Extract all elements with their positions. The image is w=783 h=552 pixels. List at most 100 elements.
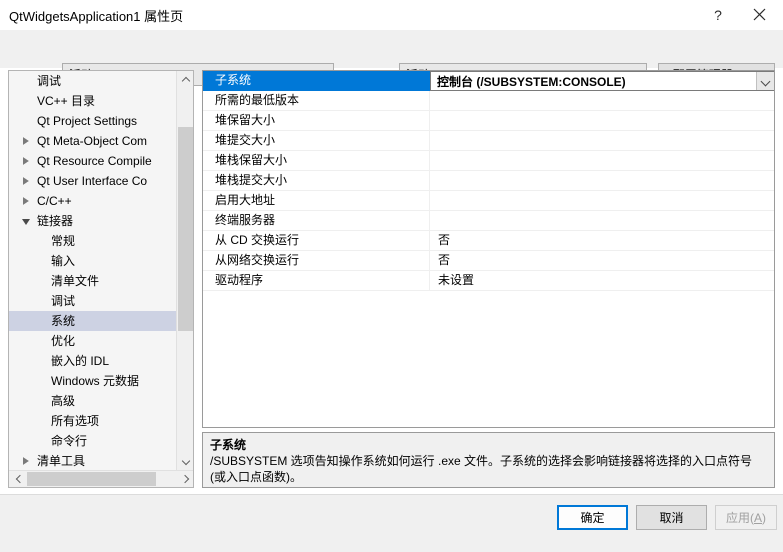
table-row[interactable]: 子系统 控制台 (/SUBSYSTEM:CONSOLE) — [203, 71, 774, 91]
tree-item-label: 调试 — [37, 74, 62, 88]
tree-item-label: 命令行 — [51, 434, 88, 448]
table-row[interactable]: 堆保留大小 — [203, 111, 774, 131]
question-mark-icon: ? — [714, 6, 722, 23]
tree-item[interactable]: 常规 — [9, 231, 177, 251]
tree-item[interactable]: 所有选项 — [9, 411, 177, 431]
property-name: 从网络交换运行 — [203, 251, 430, 270]
tree-item[interactable]: Windows 元数据 — [9, 371, 177, 391]
tree-item-label: Qt User Interface Co — [37, 174, 148, 188]
expander-expanded-icon[interactable] — [22, 219, 30, 225]
property-value: 否 — [438, 253, 451, 267]
property-name: 堆栈保留大小 — [203, 151, 430, 170]
tree-item[interactable]: Qt Meta-Object Com — [9, 131, 177, 151]
property-name: 所需的最低版本 — [203, 91, 430, 110]
tree-item[interactable]: Qt User Interface Co — [9, 171, 177, 191]
tree-item-label: 所有选项 — [51, 414, 100, 428]
property-value-combobox[interactable]: 控制台 (/SUBSYSTEM:CONSOLE) — [430, 71, 774, 91]
property-name: 堆保留大小 — [203, 111, 430, 130]
table-row[interactable]: 堆提交大小 — [203, 131, 774, 151]
tree-item-label: 输入 — [51, 254, 76, 268]
tree-item[interactable]: 清单工具 — [9, 451, 177, 470]
tree-hscroll-thumb[interactable] — [27, 472, 156, 486]
chevron-down-icon — [182, 459, 190, 464]
property-name: 驱动程序 — [203, 271, 430, 290]
settings-tree-panel: 调试 VC++ 目录 Qt Project Settings Qt Meta-Obje… — [8, 70, 194, 488]
expander-collapsed-icon[interactable] — [23, 157, 29, 165]
tree-item-label: VC++ 目录 — [37, 94, 96, 108]
property-name: 启用大地址 — [203, 191, 430, 210]
tree-item[interactable]: C/C++ — [9, 191, 177, 211]
tree-item[interactable]: 命令行 — [9, 431, 177, 451]
scroll-right-button[interactable] — [176, 471, 193, 487]
configuration-bar: 配置(C): 活动(Debug) 平台(P): 活动(x64) 配置管理器(O)… — [0, 30, 783, 86]
chevron-right-icon — [182, 475, 188, 483]
apply-button: 应用(A) — [715, 505, 777, 530]
property-name: 从 CD 交换运行 — [203, 231, 430, 250]
tree-item-label: 高级 — [51, 394, 76, 408]
table-row[interactable]: 所需的最低版本 — [203, 91, 774, 111]
tree-vertical-scrollbar[interactable] — [176, 71, 193, 470]
description-title: 子系统 — [210, 438, 247, 452]
tree-item-label: 系统 — [51, 314, 76, 328]
page-title: QtWidgetsApplication1 属性页 — [9, 9, 184, 24]
tree-item-label: Qt Meta-Object Com — [37, 134, 148, 148]
table-row[interactable]: 驱动程序 未设置 — [203, 271, 774, 291]
tree-horizontal-scrollbar[interactable] — [9, 470, 193, 487]
property-value — [430, 171, 774, 190]
ok-button[interactable]: 确定 — [557, 505, 628, 530]
cancel-button[interactable]: 取消 — [636, 505, 707, 530]
tree-item[interactable]: 清单文件 — [9, 271, 177, 291]
tree-item-label: 清单文件 — [51, 274, 100, 288]
table-row[interactable]: 启用大地址 — [203, 191, 774, 211]
tree-item-label: C/C++ — [37, 194, 72, 208]
tree-item[interactable]: 高级 — [9, 391, 177, 411]
property-name: 终端服务器 — [203, 211, 430, 230]
property-value — [430, 151, 774, 170]
tree-item-label: Qt Resource Compile — [37, 154, 152, 168]
tree-item[interactable]: 嵌入的 IDL — [9, 351, 177, 371]
scroll-left-button[interactable] — [9, 471, 26, 487]
tree-scroll-thumb[interactable] — [178, 127, 193, 331]
expander-collapsed-icon[interactable] — [23, 177, 29, 185]
property-name: 堆提交大小 — [203, 131, 430, 150]
tree-item[interactable]: Qt Project Settings — [9, 111, 177, 131]
property-value — [430, 191, 774, 210]
expander-collapsed-icon[interactable] — [23, 457, 29, 465]
property-value: 否 — [438, 233, 451, 247]
tree-item[interactable]: 链接器 — [9, 211, 177, 231]
tree-item[interactable]: 调试 — [9, 291, 177, 311]
property-value: 控制台 (/SUBSYSTEM:CONSOLE) — [437, 74, 626, 89]
scroll-down-button[interactable] — [177, 453, 194, 470]
table-row[interactable]: 终端服务器 — [203, 211, 774, 231]
tree-item-label: 清单工具 — [37, 454, 86, 468]
property-value — [430, 211, 774, 230]
table-row[interactable]: 从 CD 交换运行否 — [203, 231, 774, 251]
dialog-footer: 确定 取消 应用(A) — [0, 494, 783, 552]
description-body: /SUBSYSTEM 选项告知操作系统如何运行 .exe 文件。子系统的选择会影… — [210, 454, 753, 484]
table-row[interactable]: 从网络交换运行否 — [203, 251, 774, 271]
settings-tree[interactable]: 调试 VC++ 目录 Qt Project Settings Qt Meta-Obje… — [9, 71, 177, 470]
table-row[interactable]: 堆栈提交大小 — [203, 171, 774, 191]
tree-item-label: 优化 — [51, 334, 76, 348]
help-button[interactable]: ? — [700, 0, 736, 29]
tree-item[interactable]: 系统 — [9, 311, 177, 331]
property-value — [430, 131, 774, 150]
scroll-up-button[interactable] — [177, 71, 194, 88]
tree-item[interactable]: 输入 — [9, 251, 177, 271]
tree-item[interactable]: 调试 — [9, 71, 177, 91]
property-grid[interactable]: 子系统 控制台 (/SUBSYSTEM:CONSOLE) 所需的最低版本 堆保留大小堆… — [202, 70, 775, 428]
expander-collapsed-icon[interactable] — [23, 137, 29, 145]
tree-item[interactable]: VC++ 目录 — [9, 91, 177, 111]
chevron-down-icon[interactable] — [756, 72, 774, 90]
table-row[interactable]: 堆栈保留大小 — [203, 151, 774, 171]
property-value — [430, 111, 774, 130]
property-description-panel: 子系统 /SUBSYSTEM 选项告知操作系统如何运行 .exe 文件。子系统的… — [202, 432, 775, 488]
close-button[interactable] — [741, 0, 777, 29]
tree-item[interactable]: Qt Resource Compile — [9, 151, 177, 171]
property-value: 未设置 — [438, 273, 475, 287]
tree-item-label: Windows 元数据 — [51, 374, 140, 388]
expander-collapsed-icon[interactable] — [23, 197, 29, 205]
window-title-bar: QtWidgetsApplication1 属性页 ? — [0, 0, 783, 31]
tree-item[interactable]: 优化 — [9, 331, 177, 351]
close-icon — [753, 8, 765, 21]
